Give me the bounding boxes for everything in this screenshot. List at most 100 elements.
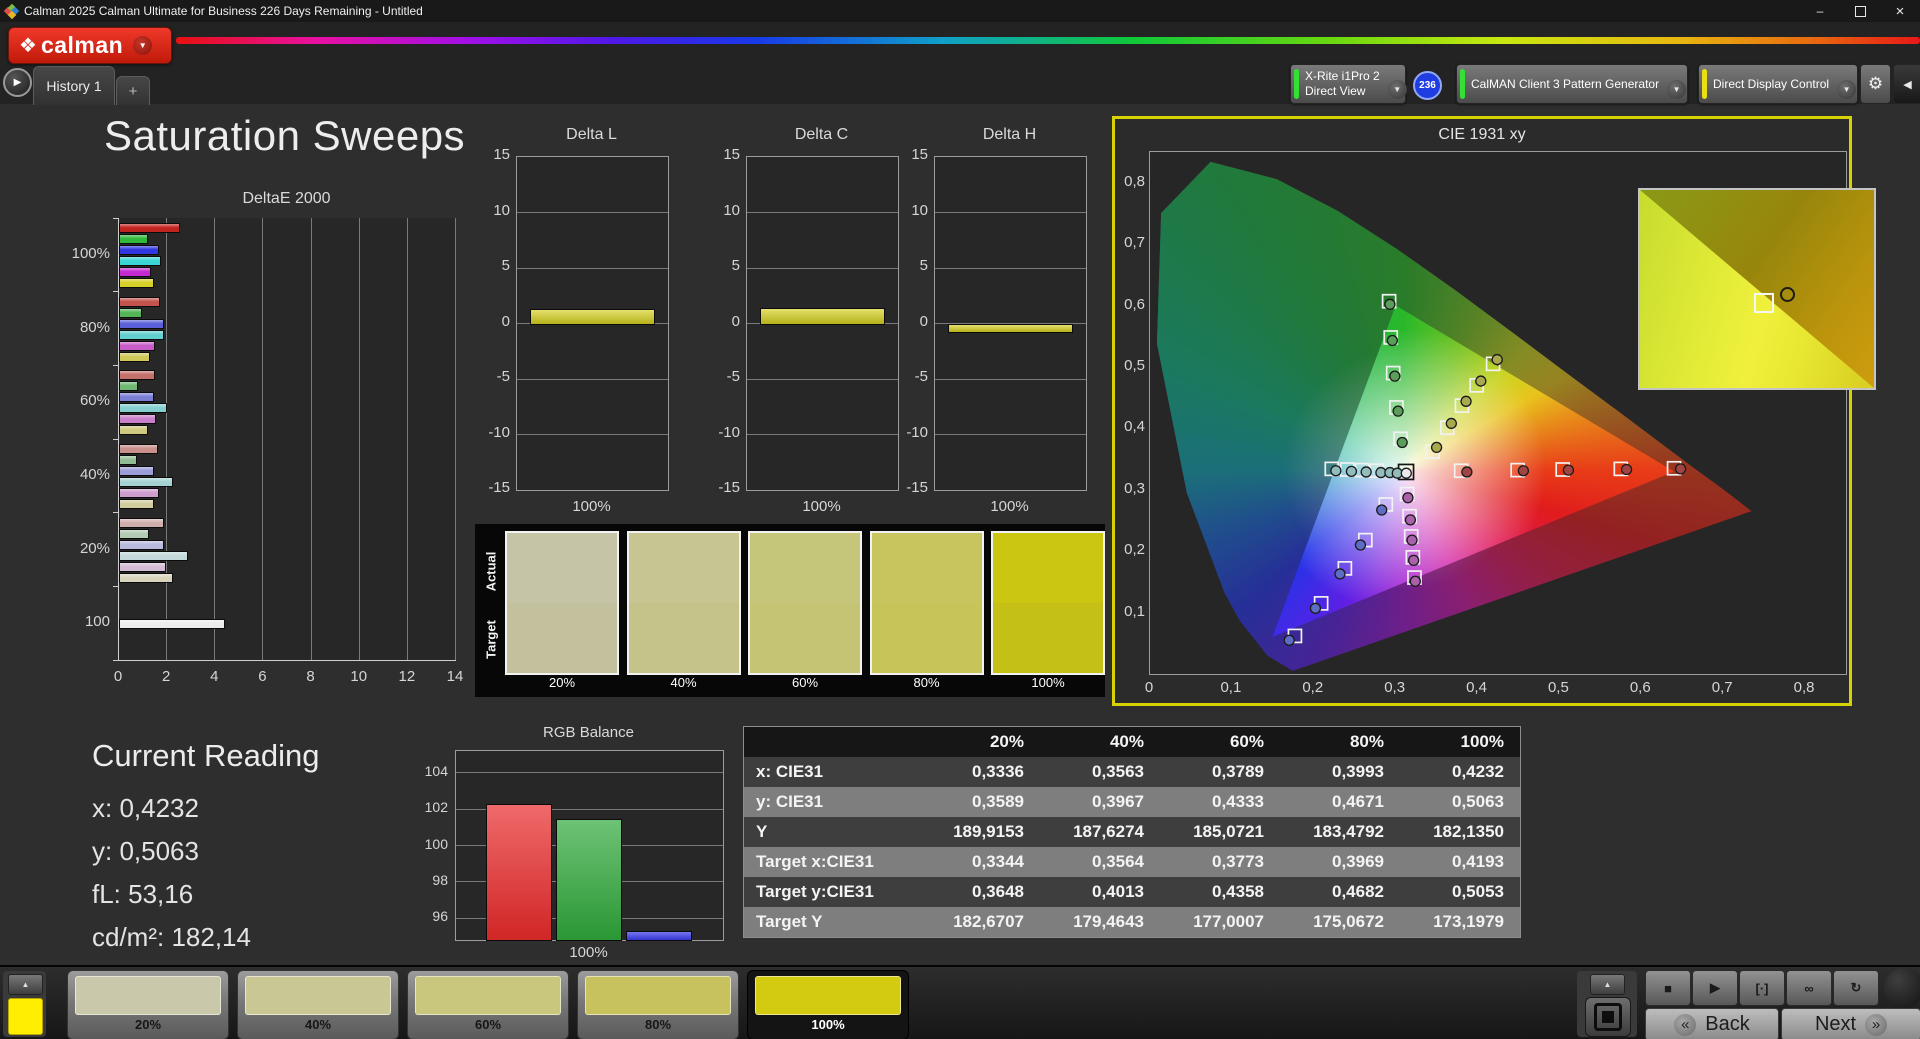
meter-status-bar: [1294, 69, 1299, 99]
pattern-label: 40%: [304, 1017, 332, 1032]
swatch-row-label-target: Target: [483, 620, 499, 659]
tab-scroll-button[interactable]: ▶: [3, 68, 32, 97]
tab-history-1[interactable]: History 1: [33, 66, 115, 105]
deltaH-y-tick-label: 0: [919, 312, 928, 330]
deltaH-gridline: [935, 378, 1086, 380]
deltae-bar: [119, 572, 174, 583]
stop-icon: ■: [1664, 980, 1672, 996]
table-header-cell: 60%: [1229, 732, 1264, 751]
meter-label: X-Rite i1Pro 2 Direct View: [1305, 69, 1380, 98]
rgb-y-tick-label: 98: [432, 871, 448, 888]
cie-measured-point: [1408, 554, 1420, 567]
table-cell-value: 0,5053: [1452, 882, 1504, 901]
deltae-bar: [119, 487, 159, 498]
measure-button[interactable]: [·]: [1739, 970, 1785, 1006]
active-pattern-color-swatch[interactable]: [8, 998, 43, 1035]
cie-measured-point: [1402, 492, 1414, 504]
pattern-button-60%[interactable]: 60%: [407, 970, 569, 1039]
table-header-cell: 100%: [1460, 732, 1504, 751]
next-button[interactable]: Next »: [1781, 1008, 1920, 1039]
restore-button[interactable]: [1840, 0, 1880, 22]
table-cell-value: 0,3993: [1332, 762, 1384, 781]
deltae-category-label: 40%: [79, 465, 110, 483]
stop-button[interactable]: ■: [1645, 970, 1691, 1006]
deltae-bar: [119, 244, 159, 255]
deltae-bar: [119, 550, 188, 561]
close-button[interactable]: ×: [1880, 0, 1920, 22]
rgb-balance-chart: RGB Balance 104 102 100 98 96 100%: [410, 724, 740, 964]
back-chevron-icon: «: [1674, 1013, 1697, 1036]
table-cell-value: 0,3336: [972, 762, 1024, 781]
deltae-x-tick-label: 4: [210, 668, 219, 685]
cie-measured-point: [1330, 465, 1342, 477]
deltae-bar: [119, 340, 156, 351]
deltae-x-tick-label: 0: [113, 668, 123, 685]
table-header-cell: 40%: [1109, 732, 1144, 751]
infinity-button[interactable]: ∞: [1786, 970, 1832, 1006]
table-header-row: 20% 40% 60% 80% 100%: [744, 727, 1520, 757]
rgb-plot-area: [455, 750, 724, 941]
deltaL-gridline: [517, 378, 668, 380]
cie-1931-panel[interactable]: CIE 1931 xy 0 0,1 0,2 0,3 0,4 0,5 0,6 0,7 0,8 0,1…: [1112, 116, 1876, 706]
deltaH-title: Delta H: [982, 126, 1037, 143]
rgb-y-tick-label: 96: [432, 908, 448, 925]
refresh-button[interactable]: ↻: [1833, 970, 1879, 1006]
deltae-bar: [119, 443, 158, 454]
cie-measured-point: [1360, 466, 1372, 478]
pattern-label: 100%: [811, 1017, 845, 1032]
collapse-panel-button[interactable]: ◀: [1893, 64, 1920, 104]
deltaH-y-tick-label: 5: [919, 257, 928, 274]
deltae-bar: [119, 528, 150, 539]
deltaL-y-tick-label: -10: [488, 423, 510, 441]
dark-orb-button[interactable]: [1884, 968, 1920, 1008]
calman-diamond-icon: ❖: [19, 34, 37, 57]
expand-patterns-button[interactable]: ▲: [8, 974, 43, 995]
table-cell-value: 179,4643: [1073, 912, 1144, 931]
cie-x-tick-label: 0,5: [1547, 679, 1569, 696]
meter-count-badge[interactable]: 236: [1413, 71, 1442, 100]
back-button[interactable]: « Back: [1645, 1008, 1779, 1039]
gear-icon: ⚙: [1867, 74, 1884, 93]
cie-y-tick-label: 0,5: [1124, 356, 1145, 374]
inset-target-square-icon: [1753, 292, 1774, 313]
deltae-x-tick-label: 2: [161, 668, 171, 685]
chevron-down-icon: ▼: [1387, 80, 1407, 99]
table-cell-value: 189,9153: [953, 822, 1024, 841]
swatch-percent-label: 100%: [1031, 675, 1065, 690]
display-control-dropdown[interactable]: Direct Display Control ▼: [1698, 64, 1858, 104]
pattern-generator-dropdown[interactable]: CalMAN Client 3 Pattern Generator ▼: [1456, 64, 1688, 104]
swatch-target-half: [507, 603, 617, 673]
deltaH-y-tick-label: -10: [906, 423, 928, 441]
play-button[interactable]: ▶: [1692, 970, 1738, 1006]
cie-measured-point: [1376, 504, 1388, 516]
minimize-button[interactable]: –: [1800, 0, 1840, 22]
pattern-button-80%[interactable]: 80%: [577, 970, 739, 1039]
expand-transport-button[interactable]: ▲: [1590, 974, 1625, 995]
calman-menu-button[interactable]: ❖ calman ▼: [8, 27, 172, 64]
brand-label: calman: [40, 32, 124, 58]
add-tab-button[interactable]: +: [116, 76, 150, 105]
deltaC-gridline: [747, 267, 898, 269]
pattern-window-button[interactable]: [1585, 997, 1631, 1037]
deltaH-gridline: [935, 212, 1086, 213]
pattern-generator-label: CalMAN Client 3 Pattern Generator: [1471, 76, 1660, 91]
settings-button[interactable]: ⚙: [1860, 64, 1891, 104]
deltae-bar: [119, 233, 148, 244]
cie-measured-point: [1354, 539, 1367, 551]
table-row: Target x:CIE31 0,3344 0,3564 0,3773 0,3969 0,…: [744, 847, 1520, 877]
pattern-button-100%[interactable]: 100%: [747, 970, 909, 1039]
pattern-button-20%[interactable]: 20%: [67, 970, 229, 1039]
cie-measured-point: [1406, 534, 1418, 546]
pattern-chip: [755, 976, 901, 1015]
cie-measured-point: [1309, 602, 1322, 614]
cie-measured-point: [1430, 441, 1443, 454]
rainbow-accent-bar: [176, 37, 1920, 44]
meter-dropdown[interactable]: X-Rite i1Pro 2 Direct View ▼: [1290, 64, 1407, 104]
pattern-button-40%[interactable]: 40%: [237, 970, 399, 1039]
deltae-bar: [119, 370, 156, 381]
current-reading-item: fL: 53,16: [92, 879, 194, 909]
table-row: x: CIE31 0,3336 0,3563 0,3789 0,3993 0,4232: [744, 757, 1520, 787]
saturation-swatch: [626, 531, 741, 675]
table-row-label: x: CIE31: [756, 762, 824, 781]
header-band: ❖ calman ▼ ▶ History 1 + X-Rite i1Pro 2D…: [0, 22, 1920, 105]
